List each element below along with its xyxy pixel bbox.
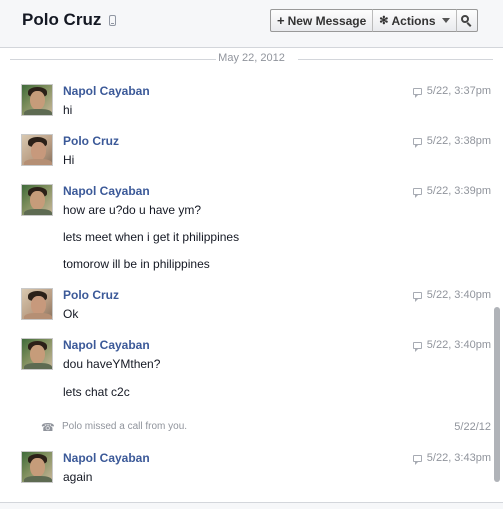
message-toolbar: + New Message ✻ Actions [270,9,478,32]
message-text: how are u?do u have ym? [63,203,202,217]
sender-name[interactable]: Napol Cayaban [63,84,150,98]
phone-icon: ☎ [41,422,55,434]
avatar[interactable] [21,288,53,320]
new-message-button[interactable]: + New Message [270,9,374,32]
message-timestamp: 5/22, 3:39pm [412,185,491,198]
missed-call-notice: ☎ Polo missed a call from you. 5/22/12 [0,420,503,434]
chat-bubble-icon [412,187,422,198]
message-timestamp: 5/22, 3:38pm [412,135,491,148]
message-text: lets chat c2c [63,385,130,399]
mobile-icon [109,15,116,26]
chat-bubble-icon [412,341,422,352]
missed-call-date: 5/22/12 [454,421,491,433]
message-timestamp: 5/22, 3:40pm [412,339,491,352]
chat-bubble-icon [412,291,422,302]
search-icon [461,15,472,27]
sender-name[interactable]: Napol Cayaban [63,184,150,198]
message-timestamp: 5/22, 3:43pm [412,452,491,465]
date-separator: May 22, 2012 [0,51,503,67]
chat-bubble-icon [412,137,422,148]
sender-name[interactable]: Polo Cruz [63,134,119,148]
message-text: tomorow ill be in philippines [63,257,210,271]
gear-icon: ✻ [379,15,389,27]
chat-bubble-icon [412,454,422,465]
chevron-down-icon [441,18,450,23]
actions-label: Actions [391,13,436,28]
message-text: Ok [63,307,79,321]
message-timestamp: 5/22, 3:37pm [412,85,491,98]
message-timestamp: 5/22, 3:40pm [412,289,491,302]
message-text: hi [63,103,73,117]
composer-edge [0,502,503,509]
avatar[interactable] [21,184,53,216]
date-separator-label: May 22, 2012 [218,52,285,64]
message-text: again [63,470,93,484]
avatar[interactable] [21,84,53,116]
sender-name[interactable]: Napol Cayaban [63,451,150,465]
chat-bubble-icon [412,87,422,98]
new-message-label: New Message [287,13,367,28]
conversation-title: Polo Cruz [22,10,102,29]
missed-call-text: Polo missed a call from you. [62,421,188,432]
actions-button[interactable]: ✻ Actions [372,9,457,32]
conversation-header: Polo Cruz + New Message ✻ Actions [0,0,503,48]
avatar[interactable] [21,338,53,370]
message-text: Hi [63,153,75,167]
sender-name[interactable]: Polo Cruz [63,288,119,302]
scrollbar[interactable] [494,307,500,482]
search-button[interactable] [455,9,478,32]
message-text: lets meet when i get it philippines [63,230,240,244]
sender-name[interactable]: Napol Cayaban [63,338,150,352]
avatar[interactable] [21,134,53,166]
message-text: dou haveYMthen? [63,357,161,371]
avatar[interactable] [21,451,53,483]
plus-icon: + [277,13,285,28]
